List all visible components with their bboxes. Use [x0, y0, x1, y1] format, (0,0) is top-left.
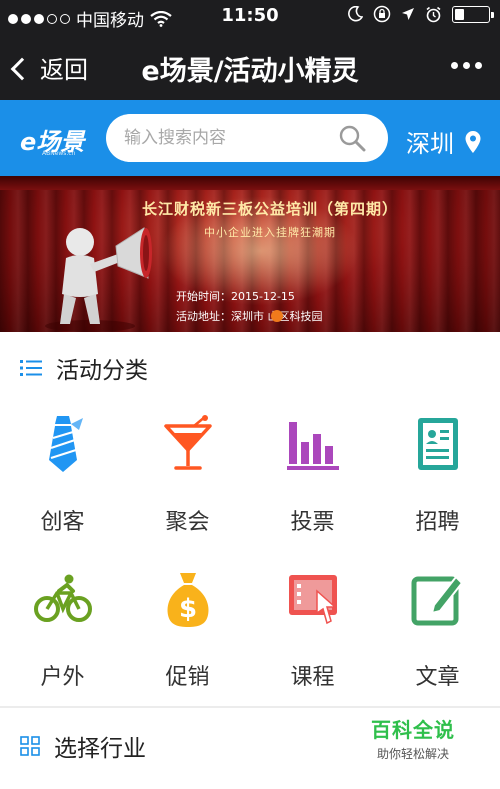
location-pin-icon: [465, 130, 481, 153]
logo-subtext: ABNews.cn: [42, 150, 76, 157]
tie-icon: [48, 416, 83, 472]
course-icon: [288, 575, 337, 625]
status-right: [347, 5, 494, 23]
list-icon: [20, 360, 42, 376]
watermark-subtitle: 助你轻松解决: [376, 747, 449, 761]
category-item-course[interactable]: 课程: [250, 555, 375, 700]
category-item-maker[interactable]: 创客: [0, 400, 125, 545]
search-header: e场景 ABNews.cn 深圳: [0, 100, 500, 176]
category-item-article[interactable]: 文章: [375, 555, 500, 700]
alarm-icon: [426, 6, 441, 22]
category-label: 创客: [40, 510, 85, 535]
category-item-party[interactable]: 聚会: [125, 400, 250, 545]
nav-bar: 返回 e场景/活动小精灵: [0, 32, 500, 100]
more-dots-icon: [451, 62, 458, 69]
curtain-valance: [0, 176, 500, 190]
watermark-title: 百科全说: [371, 718, 455, 742]
category-label: 户外: [40, 665, 85, 690]
event-banner[interactable]: 长江财税新三板公益培训（第四期） 中小企业进入挂牌狂潮期 开始时间：2015-1…: [0, 176, 500, 332]
city-selector[interactable]: 深圳: [406, 124, 482, 159]
watermark: 百科全说 助你轻松解决: [350, 708, 476, 772]
cocktail-icon: [163, 415, 212, 470]
category-item-recruit[interactable]: 招聘: [375, 400, 500, 545]
location-arrow-icon: [402, 8, 414, 20]
category-label: 促销: [165, 665, 210, 690]
search-box[interactable]: [106, 114, 388, 162]
category-item-outdoor[interactable]: 户外: [0, 555, 125, 700]
search-input[interactable]: [124, 128, 324, 148]
category-item-vote[interactable]: 投票: [250, 400, 375, 545]
category-label: 招聘: [415, 510, 460, 535]
city-label: 深圳: [406, 130, 454, 158]
moon-icon: [348, 6, 363, 22]
svg-text:$: $: [178, 594, 196, 624]
edit-icon: [411, 575, 463, 626]
grid-icon: [20, 736, 40, 756]
banner-title: 长江财税新三板公益培训（第四期）: [141, 200, 398, 218]
category-label: 文章: [415, 665, 460, 690]
category-label: 聚会: [165, 510, 210, 535]
back-label: 返回: [40, 56, 88, 84]
more-options-button[interactable]: [451, 62, 482, 69]
resume-icon: [417, 418, 458, 470]
app-logo: e场景 ABNews.cn: [20, 122, 84, 157]
category-label: 投票: [290, 510, 335, 535]
banner-address: 活动地址：深圳市 山区科技园: [176, 310, 323, 323]
category-heading: 活动分类: [56, 358, 148, 384]
back-button[interactable]: 返回: [10, 50, 88, 85]
banner-start-time: 开始时间：2015-12-15: [176, 290, 295, 303]
rotation-lock-icon: [373, 5, 391, 23]
banner-marker-dot: [271, 310, 283, 322]
search-icon[interactable]: [338, 124, 366, 152]
bicycle-icon: [33, 574, 92, 622]
industry-heading: 选择行业: [54, 736, 146, 762]
banner-subtitle: 中小企业进入挂牌狂潮期: [204, 226, 336, 239]
status-bar: 中国移动 11:50: [0, 0, 500, 32]
money-bag-icon: $: [167, 573, 208, 627]
chevron-left-icon: [10, 57, 34, 80]
battery-icon: [452, 5, 494, 23]
category-label: 课程: [290, 665, 335, 690]
bar-chart-icon: [286, 422, 339, 470]
category-section-header: 活动分类: [0, 336, 500, 400]
category-item-promotion[interactable]: $ 促销: [125, 555, 250, 700]
